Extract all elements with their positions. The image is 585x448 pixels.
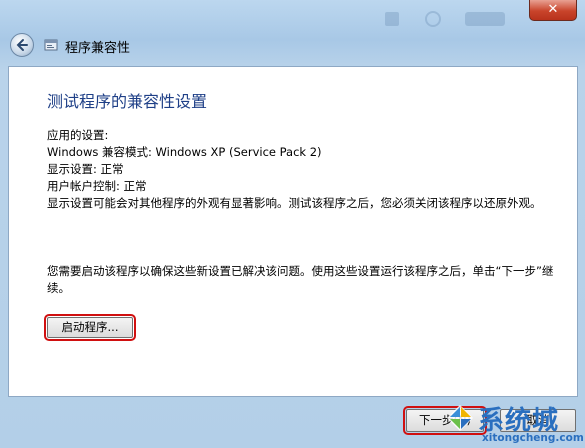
watermark-url: xitongcheng.com	[482, 432, 584, 444]
window-title: 程序兼容性	[65, 41, 131, 56]
display-setting: 显示设置: 正常	[47, 162, 124, 176]
content-panel: 测试程序的兼容性设置 应用的设置: Windows 兼容模式: Windows …	[8, 66, 578, 397]
program-compatibility-window: ✕ 程序兼容性 测试程序的兼容性设置 应用的设置: Windows 兼容模式: …	[0, 0, 585, 448]
info-text: 您需要启动该程序以确保这些新设置已解决该问题。使用这些设置运行该程序之后，单击“…	[47, 264, 554, 295]
settings-header: 应用的设置:	[47, 128, 109, 142]
launch-program-button[interactable]: 启动程序...	[44, 314, 136, 341]
applied-settings: 应用的设置: Windows 兼容模式: Windows XP (Service…	[47, 127, 547, 212]
compat-mode-setting: Windows 兼容模式: Windows XP (Service Pack 2…	[47, 145, 322, 159]
uac-setting: 用户帐户控制: 正常	[47, 179, 147, 193]
display-note: 显示设置可能会对其他程序的外观有显著影响。测试该程序之后，您必须关闭该程序以还原…	[47, 196, 542, 210]
back-button[interactable]	[10, 33, 34, 57]
back-arrow-icon	[16, 39, 28, 51]
watermark-logo-icon	[447, 405, 473, 431]
close-button[interactable]: ✕	[529, 0, 577, 21]
compatibility-wizard-icon	[44, 39, 58, 51]
page-heading: 测试程序的兼容性设置	[47, 92, 208, 111]
title-bar: ✕	[0, 0, 585, 28]
watermark: 系统城 xitongcheng.com	[446, 400, 585, 448]
background-decoration	[385, 11, 505, 27]
